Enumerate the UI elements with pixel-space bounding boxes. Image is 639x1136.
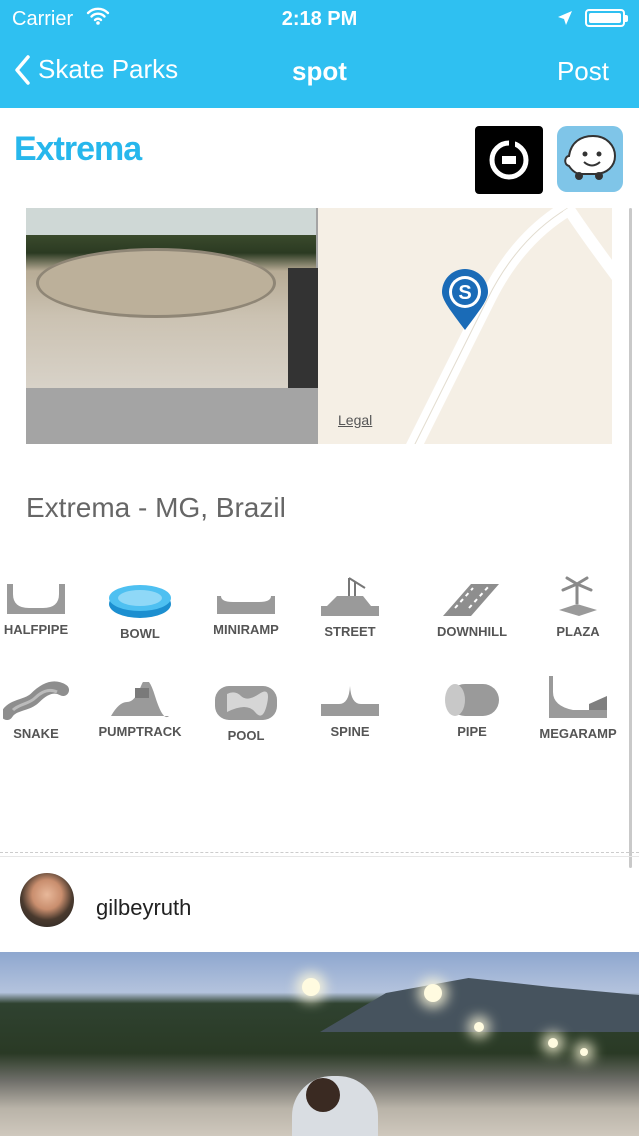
pumptrack-icon: [111, 682, 169, 717]
type-label: MINIRAMP: [213, 622, 279, 637]
stadium-light: [474, 1022, 484, 1032]
type-halfpipe[interactable]: HALFPIPE: [0, 582, 86, 637]
status-bar: Carrier 2:18 PM: [0, 0, 639, 36]
photo-shadow: [288, 268, 318, 388]
type-label: PLAZA: [556, 624, 600, 639]
post-photo[interactable]: [0, 952, 639, 1136]
type-label: POOL: [227, 728, 265, 743]
pipe-icon: [445, 684, 499, 716]
type-label: SPINE: [330, 724, 370, 739]
section-divider: [0, 852, 639, 853]
navigation-bar: Skate Parks spot Post: [0, 36, 639, 108]
miniramp-icon: [217, 596, 275, 614]
type-label: PIPE: [457, 724, 487, 739]
spot-name: Extrema: [14, 130, 142, 168]
plaza-icon: [559, 576, 597, 616]
post-button[interactable]: Post: [557, 56, 609, 87]
map-legal-link[interactable]: Legal: [338, 412, 372, 428]
type-label: BOWL: [120, 626, 160, 641]
type-label: PUMPTRACK: [98, 724, 182, 739]
type-label: MEGARAMP: [539, 726, 617, 741]
scrollbar[interactable]: [629, 208, 632, 868]
type-label: HALFPIPE: [3, 622, 69, 637]
bowl-icon: [109, 585, 171, 618]
avatar[interactable]: [20, 873, 74, 927]
location-arrow-icon: [557, 9, 573, 32]
type-snake[interactable]: SNAKE: [0, 680, 86, 741]
page-title: spot: [292, 56, 347, 86]
stadium-light: [302, 978, 320, 996]
pool-icon: [215, 686, 277, 720]
type-label: SNAKE: [13, 726, 59, 741]
snake-icon: [3, 681, 69, 720]
type-label: STREET: [324, 624, 376, 639]
megaramp-icon: [549, 676, 607, 718]
spine-icon: [321, 686, 379, 716]
type-pipe[interactable]: PIPE: [422, 682, 522, 739]
uber-icon[interactable]: [475, 126, 543, 194]
skater-head: [306, 1078, 340, 1112]
spot-address: Extrema - MG, Brazil: [26, 492, 286, 523]
bowl-shape: [36, 248, 276, 318]
spot-photo[interactable]: [26, 208, 318, 444]
type-pool[interactable]: POOL: [196, 682, 296, 743]
type-pumptrack[interactable]: PUMPTRACK: [90, 682, 190, 739]
street-icon: [321, 577, 379, 616]
type-megaramp[interactable]: MEGARAMP: [528, 674, 628, 741]
downhill-icon: [443, 584, 499, 616]
type-plaza[interactable]: PLAZA: [528, 574, 628, 639]
type-miniramp[interactable]: MINIRAMP: [196, 582, 296, 637]
type-downhill[interactable]: DOWNHILL: [422, 578, 522, 639]
type-street[interactable]: STREET: [300, 574, 400, 639]
post-author-row[interactable]: gilbeyruth: [0, 856, 639, 952]
stadium-light: [424, 984, 442, 1002]
clock: 2:18 PM: [281, 8, 358, 30]
type-spine[interactable]: SPINE: [300, 682, 400, 739]
stadium-light: [548, 1038, 558, 1048]
username[interactable]: gilbeyruth: [96, 895, 191, 921]
map-pin-icon[interactable]: S: [440, 268, 490, 332]
battery-icon: [585, 9, 628, 27]
halfpipe-icon: [7, 584, 65, 614]
spot-map[interactable]: S Legal: [318, 208, 612, 444]
pin-letter: S: [458, 282, 471, 304]
waze-icon[interactable]: [557, 126, 623, 192]
stadium-light: [580, 1048, 588, 1056]
type-label: DOWNHILL: [436, 624, 508, 639]
type-bowl[interactable]: BOWL: [90, 582, 190, 641]
